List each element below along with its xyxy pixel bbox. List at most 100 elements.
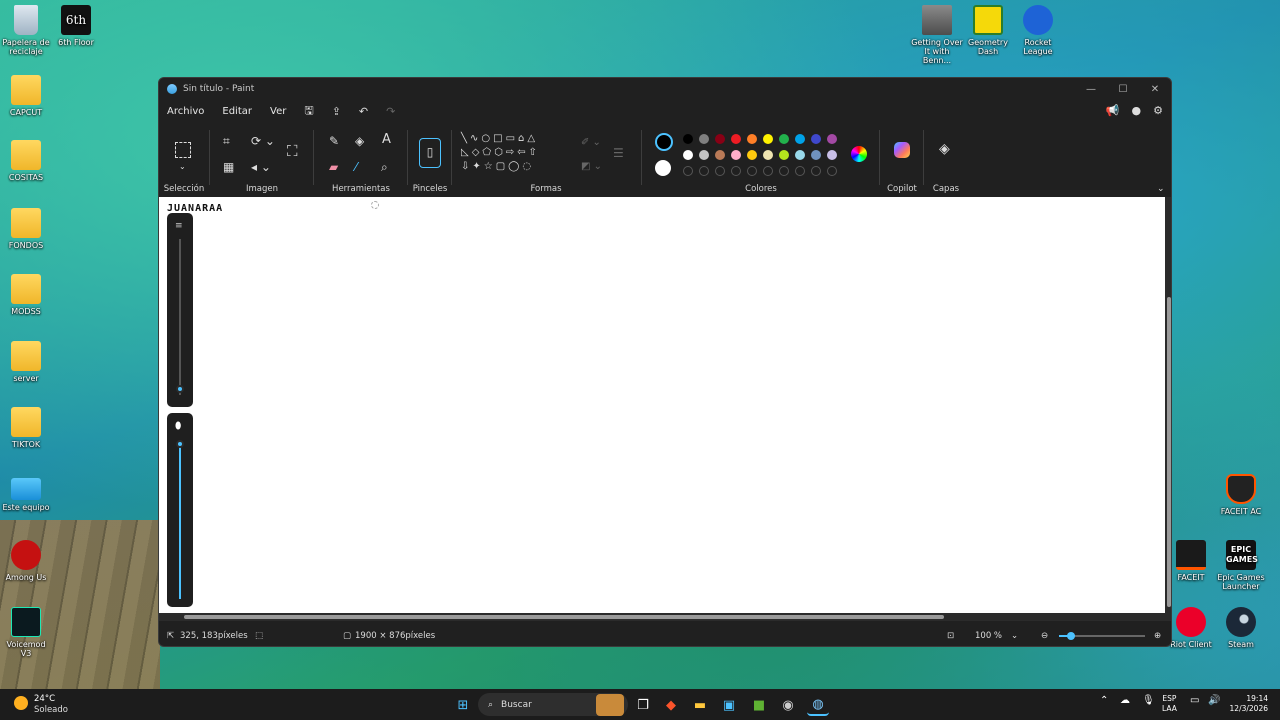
share-icon[interactable]: ⇪	[332, 105, 341, 118]
vertical-scrollbar[interactable]	[1165, 197, 1171, 613]
color-2-swatch[interactable]	[655, 160, 671, 176]
custom-color-slot[interactable]	[779, 166, 789, 176]
desktop-icon-server[interactable]: server	[0, 341, 52, 383]
desktop-icon-riot-client[interactable]: Riot Client	[1165, 607, 1217, 649]
undo-icon[interactable]: ↶	[359, 105, 368, 118]
show-hidden-icons[interactable]: ⌃	[1100, 695, 1108, 706]
desktop-icon-voicemod[interactable]: Voicemod V3	[0, 607, 52, 658]
palette-color-swatch[interactable]	[763, 134, 773, 144]
selection-rectangle-icon[interactable]	[175, 142, 191, 158]
custom-color-slot[interactable]	[699, 166, 709, 176]
minecraft-icon[interactable]: ■	[748, 694, 770, 716]
custom-color-slot[interactable]	[811, 166, 821, 176]
close-button[interactable]: ✕	[1139, 78, 1171, 100]
text-icon[interactable]: A	[382, 133, 391, 147]
network-icon[interactable]: ▭	[1190, 695, 1199, 706]
zoom-dropdown-icon[interactable]: ⌄	[1011, 631, 1018, 641]
palette-color-swatch[interactable]	[699, 134, 709, 144]
menu-archivo[interactable]: Archivo	[167, 106, 204, 117]
chevron-down-icon[interactable]: ⌄	[179, 160, 186, 174]
drawing-canvas[interactable]: JUANARAA	[159, 197, 1165, 613]
task-view-icon[interactable]: ❐	[632, 694, 654, 716]
desktop-icon-modss[interactable]: MODSS	[0, 274, 52, 316]
language-indicator[interactable]: ESP LAA	[1162, 694, 1177, 714]
volume-icon[interactable]: 🔊	[1208, 695, 1220, 706]
rotate-icon[interactable]: ⟳ ⌄	[251, 134, 275, 148]
ribbon-collapse-icon[interactable]: ⌄	[1157, 182, 1165, 196]
palette-color-swatch[interactable]	[731, 150, 741, 160]
shapes-gallery[interactable]: ╲∿○□▭⌂△ ◺◇⬠⬡⇨⇦⇧ ⇩✦☆▢◯◌	[461, 132, 571, 174]
palette-color-swatch[interactable]	[827, 134, 837, 144]
custom-color-slot[interactable]	[683, 166, 693, 176]
palette-color-swatch[interactable]	[715, 134, 725, 144]
copilot-icon[interactable]	[894, 142, 910, 158]
desktop-icon-este-equipo[interactable]: Este equipo	[0, 474, 52, 512]
resize-icon[interactable]: ▦	[223, 160, 234, 174]
brave-icon[interactable]: ◆	[660, 694, 682, 716]
desktop-icon-geometry-dash[interactable]: Geometry Dash	[962, 5, 1014, 56]
paint-taskbar-icon[interactable]: ◍	[807, 694, 829, 716]
palette-color-swatch[interactable]	[699, 150, 709, 160]
maximize-button[interactable]: ☐	[1107, 78, 1139, 100]
desktop-icon-among-us[interactable]: Among Us	[0, 540, 52, 582]
palette-color-swatch[interactable]	[795, 134, 805, 144]
magnifier-icon[interactable]: ⌕	[381, 160, 388, 174]
palette-color-swatch[interactable]	[747, 150, 757, 160]
custom-color-slot[interactable]	[715, 166, 725, 176]
palette-color-swatch[interactable]	[747, 134, 757, 144]
eraser-icon[interactable]: ▰	[329, 160, 338, 174]
microsoft-store-icon[interactable]: ▣	[718, 694, 740, 716]
desktop-icon-epic-games[interactable]: EPIC GAMES Epic Games Launcher	[1215, 540, 1267, 591]
desktop-icon-steam[interactable]: Steam	[1215, 607, 1267, 649]
color-picker-icon[interactable]: ⁄	[355, 160, 357, 174]
custom-color-slot[interactable]	[795, 166, 805, 176]
weather-icon[interactable]	[14, 696, 28, 710]
chrome-icon[interactable]: ◉	[777, 694, 799, 716]
microphone-icon[interactable]: 🎙	[1142, 695, 1155, 706]
menu-editar[interactable]: Editar	[222, 106, 252, 117]
brush-icon[interactable]: ▯	[419, 138, 441, 168]
scroll-thumb[interactable]	[1167, 297, 1171, 607]
megaphone-icon[interactable]: 📢	[1106, 104, 1120, 117]
palette-color-swatch[interactable]	[683, 150, 693, 160]
zoom-in-icon[interactable]: ⊕	[1154, 631, 1161, 641]
scroll-thumb[interactable]	[184, 615, 944, 619]
file-explorer-icon[interactable]: ▬	[689, 694, 711, 716]
desktop-icon-fondos[interactable]: FONDOS	[0, 208, 52, 250]
settings-icon[interactable]: ⚙	[1153, 104, 1163, 117]
palette-color-swatch[interactable]	[811, 150, 821, 160]
desktop-icon-capcut[interactable]: CAPCUT	[0, 75, 52, 117]
palette-color-swatch[interactable]	[779, 134, 789, 144]
weather-temperature[interactable]: 24°C	[34, 694, 55, 704]
desktop-icon-faceit[interactable]: FACEIT	[1165, 540, 1217, 582]
zoom-level[interactable]: 100 %	[975, 631, 1002, 641]
flip-icon[interactable]: ◂ ⌄	[251, 160, 271, 174]
desktop-icon-cositas[interactable]: COSITAS	[0, 140, 52, 182]
zoom-out-icon[interactable]: ⊖	[1041, 631, 1048, 641]
desktop-icon-getting-over-it[interactable]: Getting Over It with Benn...	[911, 5, 963, 65]
crop-icon[interactable]: ⌗	[223, 134, 230, 148]
start-button[interactable]: ⊞	[452, 694, 474, 716]
palette-color-swatch[interactable]	[779, 150, 789, 160]
save-icon[interactable]: 🖫	[304, 102, 313, 121]
custom-color-slot[interactable]	[827, 166, 837, 176]
minimize-button[interactable]: —	[1075, 78, 1107, 100]
account-icon[interactable]: ●	[1132, 104, 1142, 117]
shape-size-icon[interactable]: ☰	[613, 146, 624, 160]
size-slider-track[interactable]	[179, 239, 181, 395]
onedrive-icon[interactable]: ☁	[1120, 695, 1130, 706]
size-slider-thumb[interactable]	[176, 385, 184, 393]
palette-color-swatch[interactable]	[715, 150, 725, 160]
layers-icon[interactable]: ◈	[939, 142, 950, 156]
desktop-icon-rocket-league[interactable]: Rocket League	[1012, 5, 1064, 56]
fill-icon[interactable]: ◈	[355, 134, 364, 148]
palette-color-swatch[interactable]	[795, 150, 805, 160]
horizontal-scrollbar[interactable]	[159, 613, 1165, 621]
opacity-slider-track[interactable]	[179, 443, 181, 599]
desktop-icon-recycle-bin[interactable]: Papelera de reciclaje	[0, 5, 52, 56]
palette-color-swatch[interactable]	[811, 134, 821, 144]
pencil-icon[interactable]: ✎	[329, 134, 339, 148]
palette-color-swatch[interactable]	[827, 150, 837, 160]
fill-shape-icon[interactable]: ◩ ⌄	[581, 160, 602, 174]
palette-color-swatch[interactable]	[683, 134, 693, 144]
